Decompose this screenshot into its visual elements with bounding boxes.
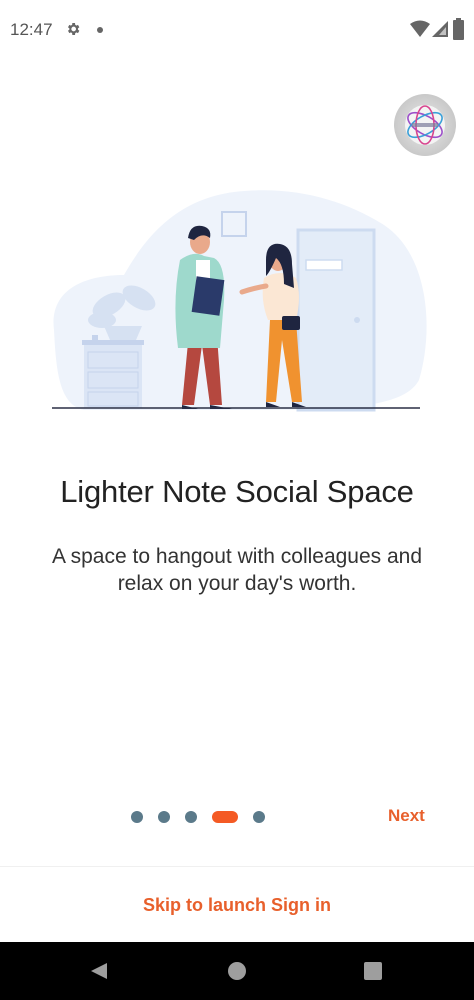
page-indicator bbox=[131, 810, 265, 824]
notification-dot-icon bbox=[97, 27, 103, 33]
battery-icon bbox=[453, 18, 464, 40]
divider bbox=[0, 866, 474, 867]
page-title: Lighter Note Social Space bbox=[60, 474, 414, 509]
page-dot bbox=[131, 811, 143, 823]
page-dot bbox=[185, 811, 197, 823]
wifi-icon bbox=[410, 20, 430, 37]
page-subtitle: A space to hangout with colleagues and r… bbox=[51, 545, 423, 595]
status-time: 12:47 bbox=[10, 20, 53, 39]
page-dot-active bbox=[212, 811, 238, 823]
page-dot bbox=[158, 811, 170, 823]
next-button[interactable]: Next bbox=[388, 806, 425, 826]
skip-to-sign-in-button[interactable]: Skip to launch Sign in bbox=[0, 895, 474, 916]
signal-icon bbox=[432, 21, 448, 37]
page-dot bbox=[253, 811, 265, 823]
back-icon[interactable] bbox=[89, 961, 109, 981]
recents-icon[interactable] bbox=[364, 962, 382, 980]
status-bar: 12:47 bbox=[0, 0, 474, 60]
two-people-talking-illustration bbox=[52, 190, 427, 412]
home-icon[interactable] bbox=[228, 962, 246, 980]
app-logo bbox=[394, 94, 456, 156]
gear-icon bbox=[68, 23, 80, 35]
system-nav-bar bbox=[0, 942, 474, 1000]
